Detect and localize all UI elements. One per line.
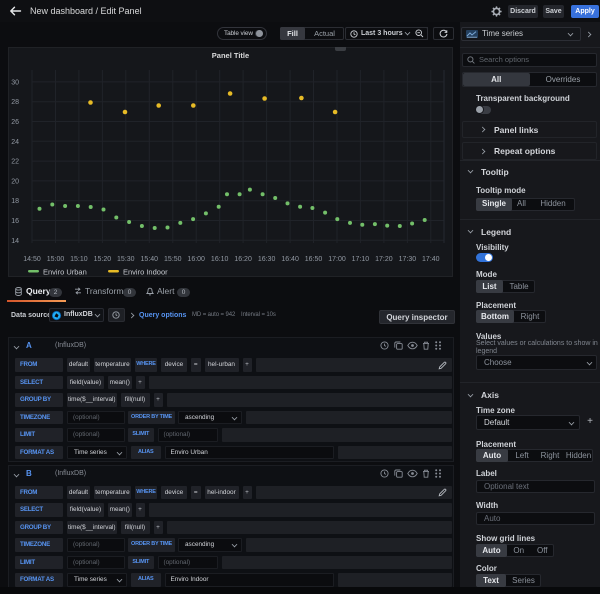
- svg-text:15:20: 15:20: [94, 256, 112, 263]
- svg-text:15:40: 15:40: [141, 256, 159, 263]
- svg-text:28: 28: [11, 99, 19, 106]
- svg-text:15:00: 15:00: [47, 256, 65, 263]
- svg-text:30: 30: [11, 79, 19, 86]
- svg-text:20: 20: [11, 178, 19, 185]
- svg-text:Enviro Indoor: Enviro Indoor: [123, 268, 168, 277]
- svg-text:16:20: 16:20: [234, 256, 252, 263]
- svg-text:14: 14: [11, 238, 19, 245]
- svg-text:22: 22: [11, 159, 19, 166]
- svg-text:17:20: 17:20: [375, 256, 393, 263]
- svg-text:26: 26: [11, 119, 19, 126]
- svg-text:16:30: 16:30: [258, 256, 276, 263]
- svg-text:17:00: 17:00: [328, 256, 346, 263]
- svg-text:17:40: 17:40: [422, 256, 440, 263]
- svg-text:15:30: 15:30: [117, 256, 135, 263]
- svg-text:24: 24: [11, 139, 19, 146]
- svg-text:17:10: 17:10: [352, 256, 370, 263]
- svg-text:17:30: 17:30: [399, 256, 417, 263]
- svg-text:15:50: 15:50: [164, 256, 182, 263]
- svg-text:15:10: 15:10: [70, 256, 88, 263]
- svg-text:16:00: 16:00: [187, 256, 205, 263]
- svg-text:18: 18: [11, 198, 19, 205]
- svg-text:14:50: 14:50: [23, 256, 41, 263]
- svg-text:16:40: 16:40: [281, 256, 299, 263]
- svg-text:16: 16: [11, 218, 19, 225]
- svg-text:16:50: 16:50: [305, 256, 323, 263]
- svg-text:Enviro Urban: Enviro Urban: [43, 268, 87, 277]
- svg-text:16:10: 16:10: [211, 256, 229, 263]
